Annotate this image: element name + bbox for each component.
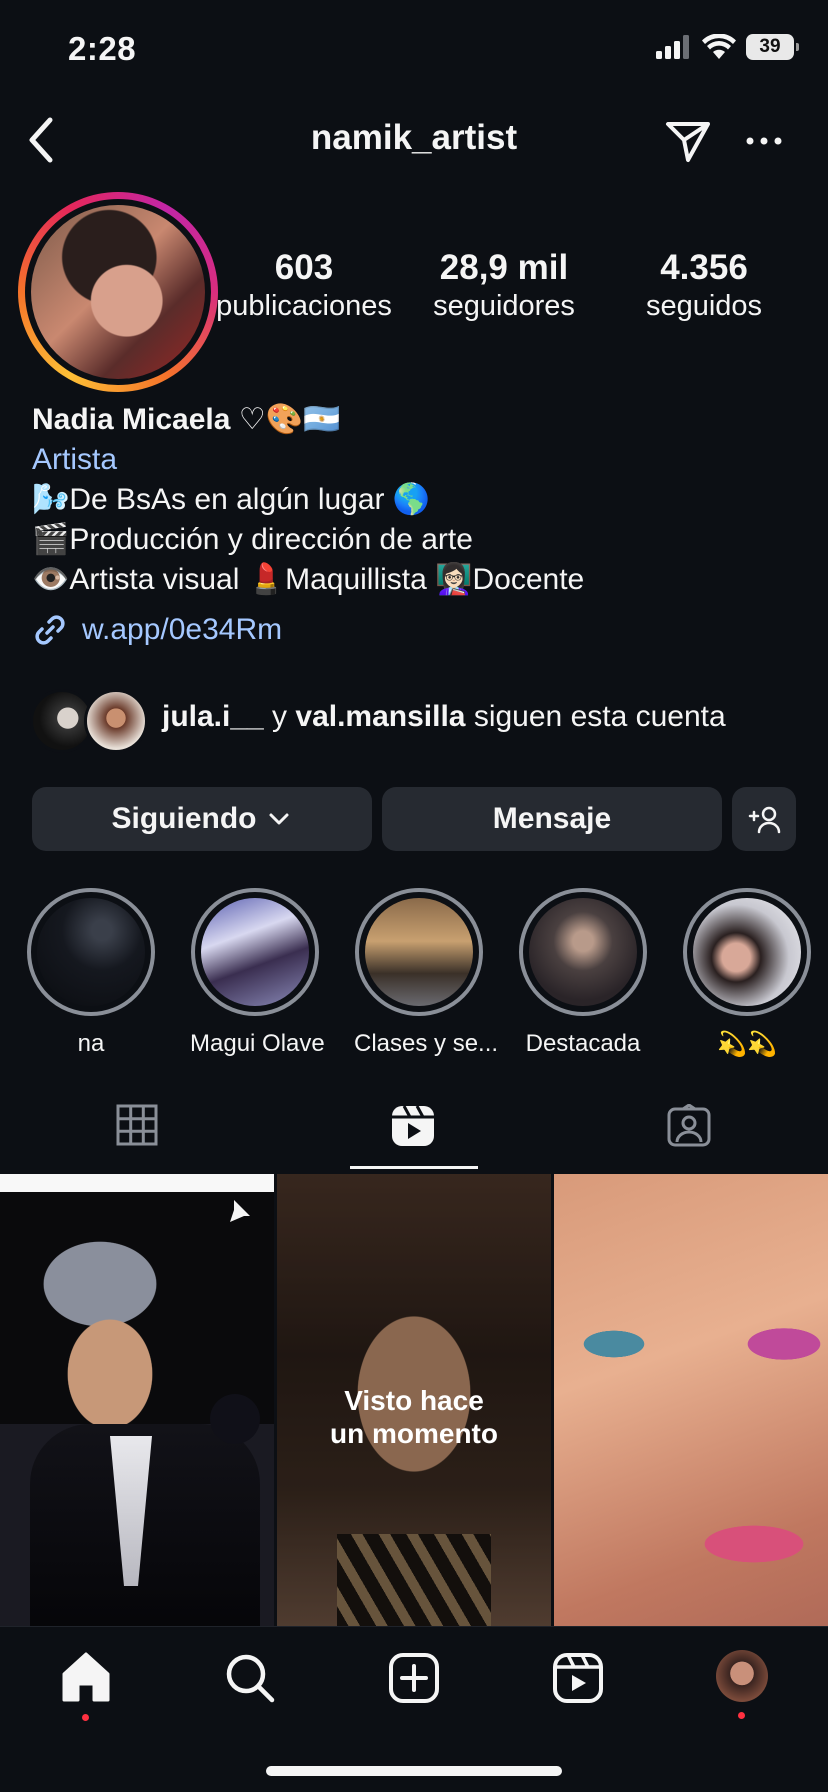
active-tab-indicator (350, 1166, 478, 1169)
reel-thumbnail[interactable]: Visto hace un momento (277, 1174, 551, 1626)
highlight-clases[interactable]: Clases y se... (354, 888, 499, 1058)
following-button[interactable]: Siguiendo (32, 787, 372, 851)
highlight-label: Destacada (525, 1030, 641, 1057)
mutual-followers-avatars[interactable] (30, 688, 150, 754)
bio-link[interactable]: w.app/0e34Rm (32, 612, 282, 648)
avatar (84, 689, 148, 753)
posts-label: publicaciones (216, 290, 392, 322)
more-options-icon[interactable] (744, 126, 784, 156)
following-count: 4.356 (660, 248, 748, 287)
highlight-cover (693, 898, 801, 1006)
highlight-cover (365, 898, 473, 1006)
chevron-down-icon (269, 813, 288, 825)
highlight-label: na (77, 1030, 105, 1057)
stat-followers[interactable]: 28,9 mil seguidores (414, 248, 594, 323)
create-icon[interactable] (386, 1650, 442, 1706)
posts-count: 603 (274, 248, 334, 287)
wifi-icon (702, 34, 736, 59)
reel-thumbnail[interactable] (0, 1174, 274, 1626)
battery-indicator: 39 (746, 34, 799, 60)
profile-avatar (31, 205, 205, 379)
following-label: seguidos (645, 290, 763, 322)
highlight-label: 💫💫 (717, 1031, 777, 1058)
status-time: 2:28 (68, 30, 137, 67)
highlight-destacada[interactable]: Destacada (518, 888, 648, 1058)
reel-thumbnail[interactable] (554, 1174, 828, 1626)
stat-following[interactable]: 4.356 seguidos (614, 248, 794, 323)
pin-icon (230, 1200, 250, 1222)
highlight-cover (201, 898, 309, 1006)
profile-bio: Nadia Micaela ♡🎨🇦🇷 Artista 🌬️De BsAs en … (32, 400, 584, 600)
mutual-follower-1[interactable]: jula.i__ (162, 700, 264, 733)
bio-line: 🌬️De BsAs en algún lugar 🌎 (32, 483, 431, 516)
highlight-sparkles[interactable]: 💫💫 (682, 888, 812, 1059)
stat-posts[interactable]: 603 publicaciones (212, 248, 396, 323)
highlight-na[interactable]: na (26, 888, 156, 1058)
tagged-icon[interactable] (666, 1104, 712, 1148)
bio-line: 👁️Artista visual 💄Maquillista 👩🏻‍🏫Docent… (32, 563, 585, 596)
signal-icon (656, 35, 689, 59)
reels-icon[interactable] (390, 1104, 436, 1148)
profile-avatar-story-ring[interactable] (18, 192, 218, 392)
bio-link-text: w.app/0e34Rm (82, 613, 283, 646)
status-indicators: 39 (656, 34, 799, 60)
profile-category: Artista (32, 443, 118, 476)
mutual-follower-2[interactable]: val.mansilla (295, 700, 465, 733)
home-icon[interactable] (58, 1650, 114, 1706)
followers-label: seguidores (433, 290, 575, 322)
mutual-followers-text[interactable]: jula.i__ y val.mansilla siguen esta cuen… (162, 700, 726, 734)
watched-overlay-text: Visto hace un momento (330, 1385, 498, 1449)
message-button-label: Mensaje (492, 802, 612, 835)
message-button[interactable]: Mensaje (382, 787, 722, 851)
reels-nav-icon[interactable] (550, 1650, 606, 1706)
add-person-icon (748, 806, 781, 834)
suggest-users-button[interactable] (732, 787, 796, 851)
search-icon[interactable] (222, 1650, 278, 1706)
bio-line: 🎬Producción y dirección de arte (32, 523, 473, 556)
highlight-label: Magui Olave (190, 1030, 325, 1057)
highlight-magui-olave[interactable]: Magui Olave (190, 888, 325, 1058)
grid-icon[interactable] (116, 1104, 158, 1146)
home-notification-dot (82, 1714, 89, 1721)
profile-avatar-nav[interactable] (716, 1650, 768, 1702)
following-button-label: Siguiendo (111, 802, 257, 835)
highlight-cover (529, 898, 637, 1006)
link-icon (35, 615, 65, 645)
followers-count: 28,9 mil (439, 248, 569, 287)
home-indicator (266, 1766, 562, 1776)
highlight-cover (37, 898, 145, 1006)
send-icon[interactable] (664, 118, 712, 164)
profile-full-name: Nadia Micaela ♡🎨🇦🇷 (32, 403, 341, 436)
highlight-label: Clases y se... (354, 1030, 499, 1057)
profile-notification-dot (738, 1712, 745, 1719)
